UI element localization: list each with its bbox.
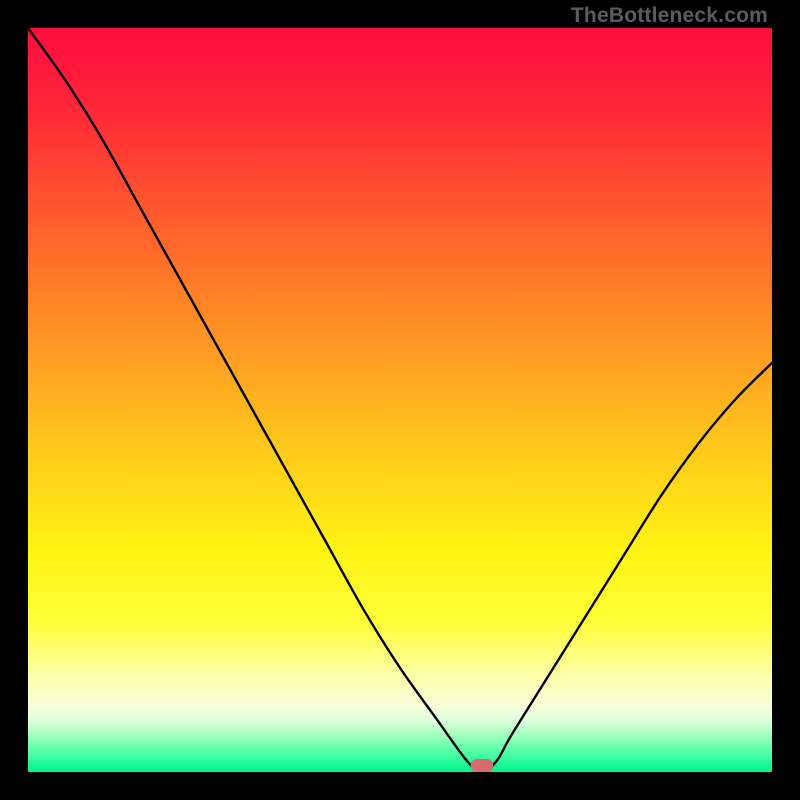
gradient-background [28, 28, 772, 772]
optimal-marker [471, 759, 493, 772]
chart-container: TheBottleneck.com [0, 0, 800, 800]
plot-area [28, 28, 772, 772]
watermark-text: TheBottleneck.com [571, 4, 768, 28]
chart-svg [28, 28, 772, 772]
